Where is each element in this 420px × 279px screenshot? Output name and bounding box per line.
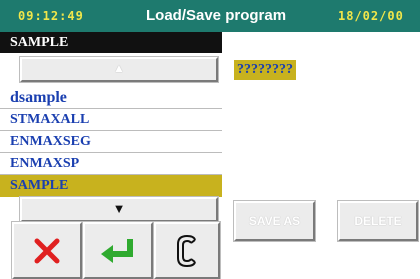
- file-list-item[interactable]: ENMAXSP: [0, 153, 222, 175]
- current-file-label: SAMPLE: [0, 32, 222, 53]
- file-list-item[interactable]: dsample: [0, 87, 222, 109]
- title-bar: 09:12:49 Load/Save program 18/02/00: [0, 0, 420, 32]
- clock-time: 09:12:49: [18, 9, 84, 23]
- file-list-item-selected[interactable]: SAMPLE: [0, 175, 222, 197]
- clock-date: 18/02/00: [338, 9, 404, 23]
- file-list-item[interactable]: ENMAXSEG: [0, 131, 222, 153]
- page-title: Load/Save program: [146, 7, 287, 24]
- program-panel: ???????? SAVE AS DELETE: [222, 32, 420, 279]
- enter-icon: [101, 238, 133, 263]
- file-list-item[interactable]: STMAXALL: [0, 109, 222, 131]
- scroll-up-button[interactable]: ▲: [20, 57, 218, 82]
- delete-button[interactable]: DELETE: [338, 201, 418, 241]
- close-x-icon: [34, 238, 60, 263]
- clear-button[interactable]: [154, 222, 220, 279]
- up-arrow-icon: ▲: [113, 61, 125, 75]
- program-name-field[interactable]: ????????: [234, 60, 296, 80]
- load-save-window: 09:12:49 Load/Save program 18/02/00 SAMP…: [0, 0, 420, 279]
- cancel-button[interactable]: [12, 222, 82, 279]
- clear-c-icon: [177, 234, 196, 267]
- action-row: [0, 222, 222, 279]
- scroll-down-button[interactable]: ▼: [20, 197, 218, 222]
- save-as-button[interactable]: SAVE AS: [234, 201, 315, 241]
- file-panel: SAMPLE ▲ dsample STMAXALL ENMAXSEG ENMAX…: [0, 32, 222, 279]
- file-list: dsample STMAXALL ENMAXSEG ENMAXSP SAMPLE: [0, 87, 222, 197]
- confirm-button[interactable]: [83, 222, 153, 279]
- down-arrow-icon: ▼: [112, 201, 126, 216]
